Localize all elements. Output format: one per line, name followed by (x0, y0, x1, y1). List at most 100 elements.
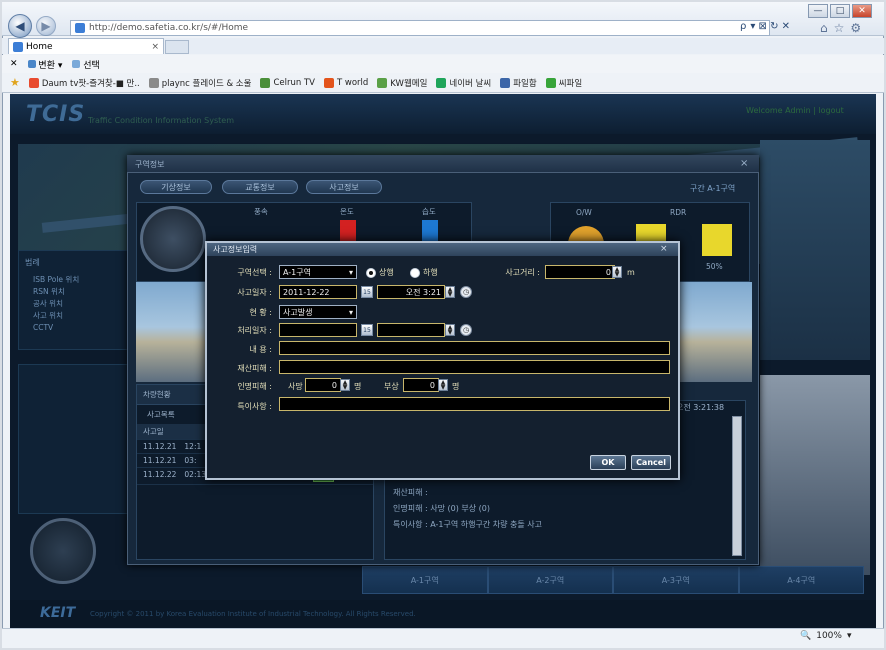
page-favicon-icon (75, 23, 85, 33)
detail-scrollbar[interactable] (732, 416, 742, 556)
accident-date-input[interactable]: 2011-12-22 (279, 285, 357, 299)
clock-icon[interactable]: ◷ (460, 286, 472, 298)
spin-down-icon: ▼ (447, 291, 453, 298)
accident-time-input[interactable]: 오전 3:21 (377, 285, 445, 299)
address-bar[interactable]: http://demo.safetia.co.kr/s/#/Home (70, 20, 770, 36)
content-input[interactable] (279, 341, 670, 355)
content-label: 내 용 : (249, 345, 272, 354)
convert-icon (27, 59, 36, 68)
legend-item: ISB Pole 위치 (33, 275, 80, 284)
note-input[interactable] (279, 397, 670, 411)
favorite-item[interactable]: Celrun TV (260, 77, 315, 88)
property-damage-label: 재산피해 : (237, 364, 272, 373)
cancel-button[interactable]: Cancel (631, 455, 671, 470)
distance-unit: m (627, 268, 635, 277)
process-date-input[interactable] (279, 323, 357, 337)
distance-label: 사고거리 : (505, 268, 540, 277)
minimize-button[interactable]: — (808, 4, 828, 18)
tab-accident[interactable]: 사고정보 (306, 180, 382, 194)
temperature-label: 온도 (340, 207, 354, 216)
injury-count-input[interactable]: 0 (403, 378, 439, 392)
process-time-input[interactable] (377, 323, 445, 337)
search-icon[interactable]: ρ (740, 21, 746, 32)
death-count-input[interactable]: 0 (305, 378, 341, 392)
address-tool-icons[interactable]: ▾ ⊠ ↻ ✕ (750, 21, 790, 32)
favorite-label: 네이버 날씨 (449, 78, 492, 89)
favorite-item[interactable]: 파일함 (500, 77, 537, 89)
zone-tab[interactable]: A-4구역 (738, 566, 864, 594)
favorite-icon (377, 77, 388, 88)
zoom-control[interactable]: 🔍 100% ▾ (800, 631, 851, 641)
dialog-close-icon[interactable]: × (660, 244, 668, 254)
status-select[interactable]: 사고발생 ▾ (279, 305, 357, 319)
note-label: 특이사항 : (237, 402, 272, 411)
radio-down[interactable] (410, 267, 420, 278)
zoom-icon: 🔍 (800, 631, 812, 641)
radio-up[interactable] (366, 267, 376, 278)
favorite-item[interactable]: 씨파일 (545, 77, 582, 89)
convert-button[interactable]: 변환 ▾ (27, 58, 62, 71)
tab-close-icon[interactable]: × (151, 42, 159, 52)
tab-traffic[interactable]: 교통정보 (222, 180, 298, 194)
dialog-title: 사고정보입력 (207, 243, 678, 256)
zone-close-icon[interactable]: × (740, 158, 748, 169)
cell-date: 11.12.21 (143, 456, 177, 465)
zone-select[interactable]: A-1구역 ▾ (279, 265, 357, 279)
death-stepper[interactable]: ▲ ▼ (340, 379, 350, 391)
favorite-icon (28, 77, 39, 88)
favorite-icon (260, 77, 271, 88)
zone-tab[interactable]: A-2구역 (487, 566, 613, 594)
window-close-button[interactable]: ✕ (852, 4, 872, 18)
convert-label: 변환 (38, 60, 55, 71)
select-button[interactable]: 선택 (72, 58, 100, 71)
legend-item: 사고 위치 (33, 311, 63, 320)
process-time-stepper[interactable]: ▲ ▼ (445, 324, 455, 336)
ok-button[interactable]: OK (590, 455, 626, 470)
favorites-star-icon[interactable]: ★ (10, 76, 20, 89)
favorite-label: plaync 플레이드 & 소울 (161, 78, 252, 89)
distance-input[interactable]: 0 (545, 265, 615, 279)
direction-up-option[interactable]: 상행 (366, 267, 394, 278)
back-button[interactable]: ◀ (8, 14, 32, 38)
favorite-item[interactable]: KW웹메일 (377, 77, 427, 89)
favorite-label: Celrun TV (273, 77, 315, 88)
direction-down-option[interactable]: 하행 (410, 267, 438, 278)
new-tab-button[interactable] (165, 40, 189, 54)
favorite-item[interactable]: T world (323, 77, 368, 88)
cell-time: 12:1 (184, 442, 202, 451)
clock-icon[interactable]: ◷ (460, 324, 472, 336)
humidity-label: 습도 (422, 207, 436, 216)
favorites-star-icon[interactable]: ☆ (834, 21, 845, 35)
header-user-links[interactable]: Welcome Admin | logout (746, 106, 844, 115)
calendar-icon[interactable]: 15 (361, 286, 373, 298)
zone-tabs: A-1구역 A-2구역 A-3구역 A-4구역 (362, 566, 864, 594)
rdr-percent: 50% (706, 262, 723, 271)
zone-tab[interactable]: A-1구역 (362, 566, 488, 594)
forward-button[interactable]: ▶ (36, 16, 56, 36)
rdr-indicator (702, 224, 732, 256)
status-label: 현 황 : (249, 308, 272, 317)
tab-home[interactable]: Home × (8, 38, 164, 54)
zoom-level: 100% (816, 631, 842, 641)
time-stepper[interactable]: ▲ ▼ (445, 286, 455, 298)
detail-note: 특이사항 : A-1구역 하행구간 차량 충돌 사고 (393, 520, 542, 529)
gear-icon[interactable]: ⚙ (850, 21, 861, 35)
maximize-button[interactable]: □ (830, 4, 850, 18)
home-icon[interactable]: ⌂ (820, 21, 828, 35)
property-damage-input[interactable] (279, 360, 670, 374)
spin-down-icon: ▼ (447, 329, 453, 336)
wind-compass-icon (30, 518, 96, 584)
injury-unit: 명 (452, 382, 460, 391)
distance-stepper[interactable]: ▲ ▼ (612, 266, 622, 278)
tab-title: Home (26, 41, 53, 52)
injury-stepper[interactable]: ▲ ▼ (438, 379, 448, 391)
calendar-icon[interactable]: 15 (361, 324, 373, 336)
favorite-item[interactable]: plaync 플레이드 & 소울 (148, 77, 252, 89)
tab-weather[interactable]: 기상정보 (140, 180, 212, 194)
cell-date: 11.12.22 (143, 470, 177, 479)
zone-tab[interactable]: A-3구역 (613, 566, 739, 594)
favorite-item[interactable]: 네이버 날씨 (436, 77, 491, 89)
favorite-label: Daum tv팟-즐겨찾-■ 만.. (41, 78, 140, 89)
favorite-item[interactable]: Daum tv팟-즐겨찾-■ 만.. (28, 77, 140, 89)
close-icon[interactable]: ✕ (10, 59, 18, 69)
